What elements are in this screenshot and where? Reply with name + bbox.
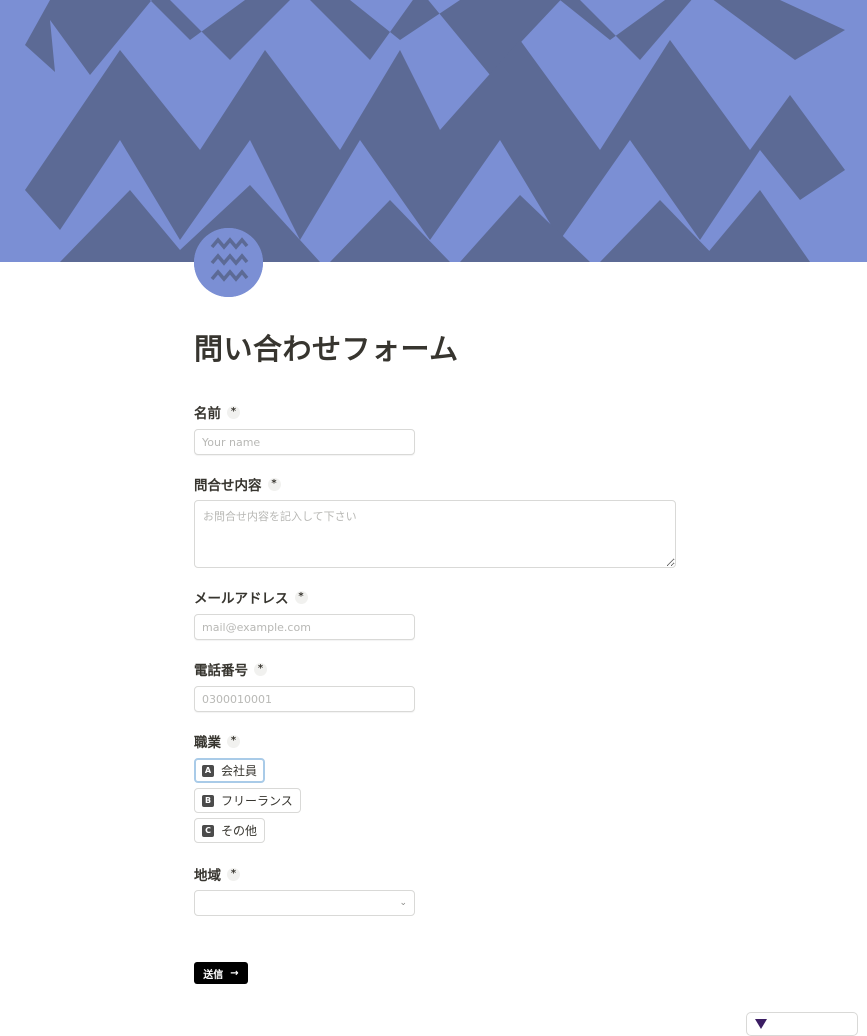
option-key-badge: B [202, 794, 214, 807]
submit-button[interactable]: 送信 → [194, 962, 248, 984]
option-label: その他 [221, 824, 258, 838]
arrow-right-icon: → [230, 967, 239, 979]
inquiry-label: 問合せ内容 * [194, 474, 281, 494]
required-indicator: * [227, 867, 240, 881]
option-key-badge: C [202, 824, 214, 837]
zigzag-pattern [0, 0, 867, 262]
inquiry-label-text: 問合せ内容 [194, 478, 262, 494]
region-select[interactable]: ⌄ [194, 890, 415, 916]
made-with-badge[interactable] [746, 1012, 858, 1036]
name-label-text: 名前 [194, 406, 221, 422]
option-label: 会社員 [221, 764, 258, 778]
option-label: フリーランス [221, 794, 293, 808]
name-input[interactable] [194, 429, 415, 455]
region-label-text: 地域 [194, 868, 221, 884]
option-key-badge: A [202, 764, 214, 777]
name-label: 名前 * [194, 402, 240, 422]
email-input[interactable] [194, 614, 415, 640]
cover-banner [0, 0, 867, 262]
chevron-down-icon: ⌄ [399, 898, 407, 908]
phone-label-text: 電話番号 [194, 663, 248, 679]
brand-logo-icon [755, 1019, 767, 1029]
phone-input[interactable] [194, 686, 415, 712]
required-indicator: * [254, 662, 267, 676]
occupation-label-text: 職業 [194, 735, 221, 751]
occupation-option-c[interactable]: C その他 [194, 818, 266, 843]
required-indicator: * [227, 405, 240, 419]
region-label: 地域 * [194, 864, 240, 884]
page-title: 問い合わせフォーム [194, 332, 459, 366]
email-label-text: メールアドレス [194, 591, 289, 607]
occupation-option-b[interactable]: B フリーランス [194, 788, 301, 813]
required-indicator: * [294, 590, 308, 604]
form-logo-icon [194, 228, 263, 297]
occupation-option-a[interactable]: A 会社員 [194, 758, 266, 783]
occupation-label: 職業 * [194, 731, 240, 751]
phone-label: 電話番号 * [194, 659, 267, 679]
submit-label: 送信 [203, 969, 224, 981]
required-indicator: * [227, 734, 240, 748]
inquiry-textarea[interactable] [194, 500, 676, 568]
email-label: メールアドレス * [194, 587, 308, 607]
required-indicator: * [267, 477, 281, 491]
